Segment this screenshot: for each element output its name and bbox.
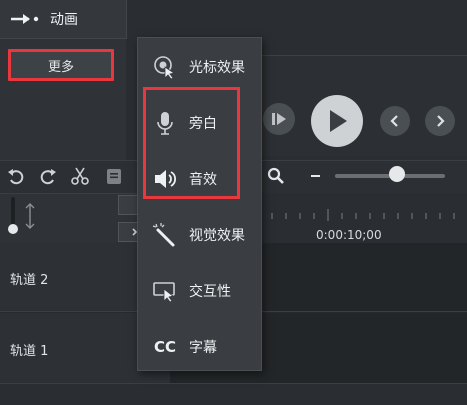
menu-item-label: 视觉效果 (189, 228, 245, 244)
menu-item-interactivity[interactable]: 交互性 (138, 264, 261, 320)
step-forward-icon (272, 113, 286, 125)
play-button[interactable] (311, 95, 363, 147)
more-button[interactable]: 更多 (8, 49, 114, 81)
menu-item-visual-effects[interactable]: 视觉效果 (138, 208, 261, 264)
chevron-down-icon (132, 228, 138, 236)
chevron-left-icon (390, 115, 398, 127)
step-forward-button[interactable] (263, 103, 295, 135)
sidebar-item-animation[interactable]: 动画 (0, 0, 127, 39)
interactive-icon (152, 278, 178, 304)
menu-item-captions[interactable]: CC 字幕 (138, 320, 261, 376)
next-button[interactable] (425, 106, 455, 136)
cc-icon: CC (152, 334, 178, 360)
undo-icon[interactable] (6, 166, 26, 186)
redo-icon[interactable] (38, 166, 58, 186)
timeline-footer (0, 384, 467, 405)
sidebar-item-label: 动画 (50, 12, 78, 28)
zoom-search-icon[interactable] (266, 166, 286, 186)
chevron-right-icon (437, 115, 445, 127)
magic-wand-icon (152, 222, 178, 248)
track-label: 轨道 1 (10, 344, 49, 359)
zoom-out-icon[interactable] (311, 175, 320, 177)
track-label: 轨道 2 (10, 273, 49, 288)
highlight-annotation (143, 87, 240, 199)
cc-glyph: CC (153, 338, 177, 356)
track-height-control[interactable] (8, 197, 18, 235)
play-icon (330, 110, 347, 132)
timeline-time-label: 0:00:10;00 (316, 228, 382, 242)
canvas-area (262, 0, 467, 56)
cursor-effect-icon (152, 54, 178, 80)
scissors-icon[interactable] (70, 166, 90, 186)
menu-item-label: 光标效果 (189, 60, 245, 76)
menu-item-label: 交互性 (189, 284, 231, 300)
menu-item-label: 字幕 (189, 340, 217, 356)
arrow-right-icon (11, 14, 39, 24)
zoom-slider-handle[interactable] (389, 166, 405, 182)
previous-button[interactable] (380, 106, 410, 136)
copy-icon[interactable] (104, 166, 124, 186)
resize-arrows-icon (25, 203, 35, 229)
